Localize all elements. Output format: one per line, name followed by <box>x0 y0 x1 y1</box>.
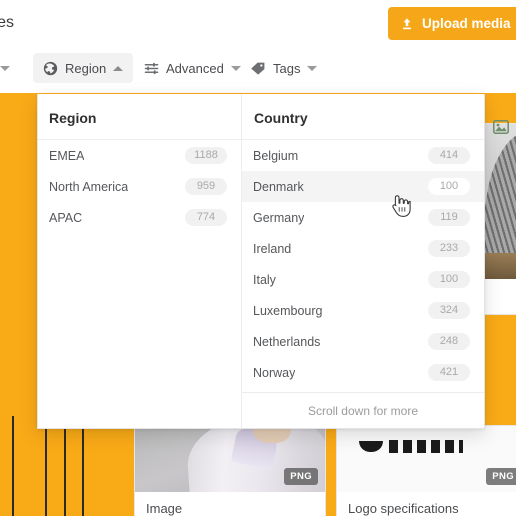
globe-icon <box>43 61 58 76</box>
option-row[interactable]: Germany 119 <box>242 202 484 233</box>
sliders-icon <box>144 61 159 76</box>
page-header: mplates Upload media <box>0 0 516 47</box>
option-label: Germany <box>253 210 305 225</box>
page-title: mplates <box>0 14 15 31</box>
option-label: Norway <box>253 365 296 380</box>
option-row[interactable]: Belgium 414 <box>242 140 484 171</box>
option-count-badge: 248 <box>428 333 470 350</box>
option-label: Netherlands <box>253 334 321 349</box>
option-count-badge: 421 <box>428 364 470 381</box>
upload-arrow-icon <box>400 17 414 31</box>
filter-chip-tags[interactable]: Tags <box>240 53 327 83</box>
option-row[interactable]: APAC 774 <box>38 202 241 233</box>
option-count-badge: 414 <box>428 147 470 164</box>
filter-chip-advanced-label: Advanced <box>166 60 224 76</box>
media-card-logo-specifications[interactable]: PNG Logo specifications <box>336 425 516 516</box>
option-row[interactable]: Norway 421 <box>242 357 484 388</box>
option-row[interactable]: Ireland 233 <box>242 233 484 264</box>
upload-media-button[interactable]: Upload media <box>388 7 516 40</box>
filter-chip-region[interactable]: Region <box>33 53 134 83</box>
option-row[interactable]: Italy 100 <box>242 264 484 295</box>
filter-toolbar: y Region <box>0 47 516 93</box>
option-count-badge: 100 <box>428 178 470 195</box>
option-label: Denmark <box>253 179 304 194</box>
chevron-down-icon <box>0 65 10 71</box>
option-label: North America <box>49 179 129 194</box>
option-label: Luxembourg <box>253 303 323 318</box>
option-count-badge: 119 <box>428 209 470 226</box>
option-count-badge: 324 <box>428 302 470 319</box>
country-option-list: Belgium 414 Denmark 100 Germany 119 Ireland 233… <box>242 140 484 388</box>
format-badge-png-image: PNG <box>284 468 318 485</box>
region-option-list: EMEA 1188 North America 959 APAC 774 <box>38 140 241 233</box>
region-column-heading: Region <box>38 94 241 140</box>
region-column: Region EMEA 1188 North America 959 APAC 774 <box>38 94 242 428</box>
filter-chip-region-label: Region <box>65 60 107 76</box>
country-column: Country Belgium 414 Denmark 100 Germany 119 Ir… <box>242 94 484 428</box>
image-thumbnail: PNG <box>135 426 325 492</box>
image-thumbnail-icon[interactable] <box>489 117 513 137</box>
filter-chip-tags-label: Tags <box>273 60 301 76</box>
option-row[interactable]: North America 959 <box>38 171 241 202</box>
scroll-for-more-footer[interactable]: Scroll down for more <box>242 392 484 428</box>
filter-chip-sortby[interactable]: y <box>0 53 20 83</box>
option-row[interactable]: EMEA 1188 <box>38 140 241 171</box>
option-row[interactable]: Denmark 100 <box>242 171 484 202</box>
option-label: EMEA <box>49 148 85 163</box>
option-label: Italy <box>253 272 276 287</box>
option-row[interactable]: Luxembourg 324 <box>242 295 484 326</box>
media-card-image-label: Image <box>146 501 183 516</box>
option-label: Belgium <box>253 148 299 163</box>
tag-icon <box>250 61 266 76</box>
upload-media-button-label: Upload media <box>422 16 511 31</box>
format-badge-png-logo: PNG <box>486 468 516 485</box>
option-count-badge: 1188 <box>185 147 227 164</box>
chevron-up-icon <box>113 65 124 71</box>
option-count-badge: 774 <box>185 209 227 226</box>
option-count-badge: 233 <box>428 240 470 257</box>
media-card-logo-label: Logo specifications <box>348 501 459 516</box>
logo-thumbnail: PNG <box>337 426 516 492</box>
option-count-badge: 959 <box>185 178 227 195</box>
filter-chip-advanced[interactable]: Advanced <box>134 53 251 83</box>
country-column-heading: Country <box>242 94 484 140</box>
brand-logo-icon <box>359 440 463 453</box>
chevron-down-icon <box>307 65 318 71</box>
region-filter-dropdown: Region EMEA 1188 North America 959 APAC 774 C… <box>37 94 485 429</box>
option-row[interactable]: Netherlands 248 <box>242 326 484 357</box>
option-label: Ireland <box>253 241 292 256</box>
option-count-badge: 100 <box>428 271 470 288</box>
app-root: Fin ontal ity Inte <box>0 0 516 516</box>
option-label: APAC <box>49 210 83 225</box>
media-card-image[interactable]: PNG Image <box>134 425 326 516</box>
